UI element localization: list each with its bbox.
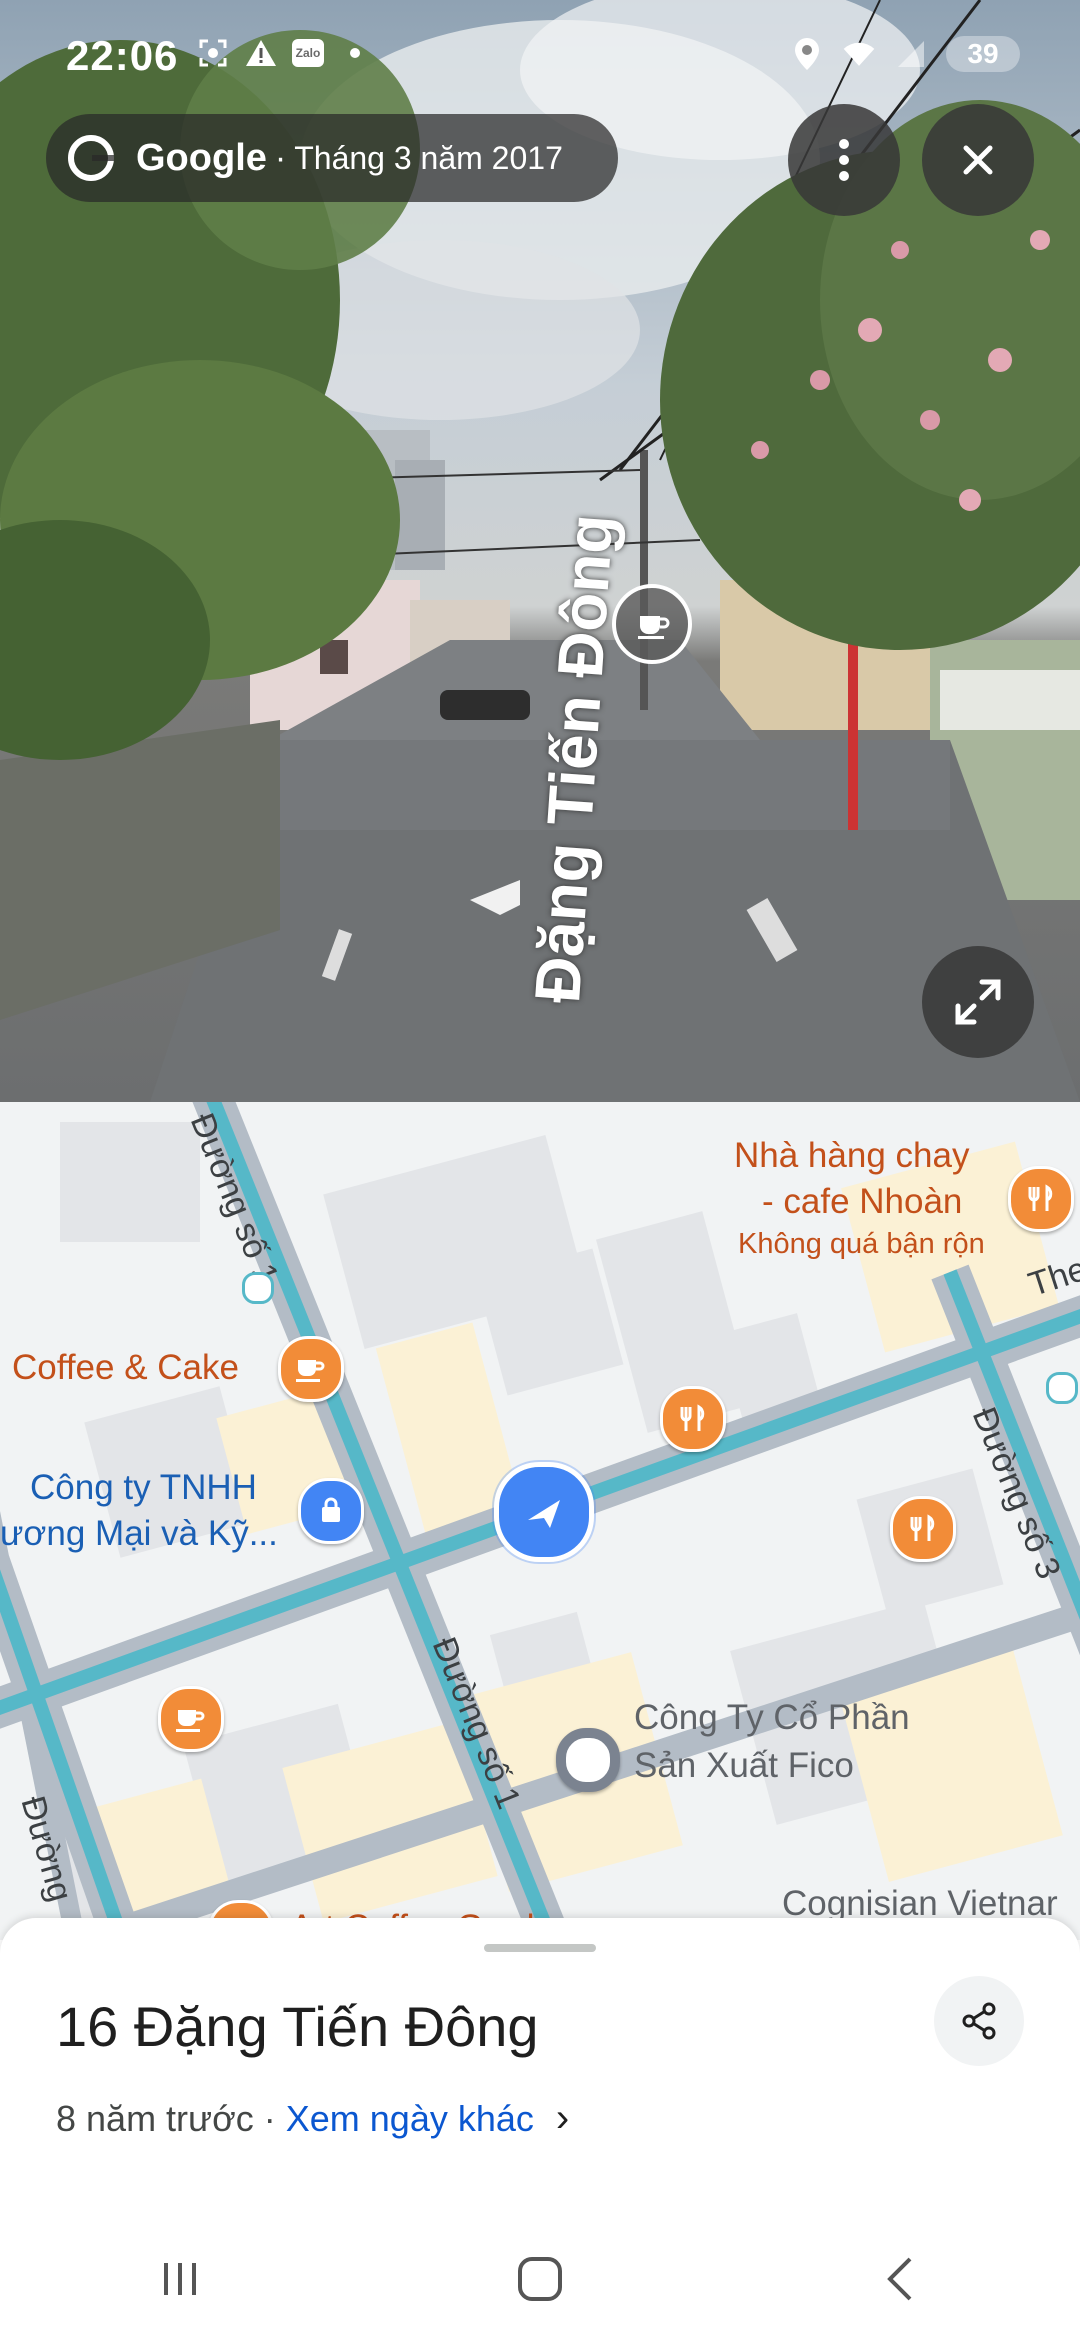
place-name-cafe-nhoan[interactable]: - cafe Nhoàn <box>762 1182 962 1222</box>
cafe-poi-pin-2[interactable] <box>158 1686 224 1752</box>
place-name-fico[interactable]: Sản Xuất Fico <box>634 1746 854 1786</box>
location-icon <box>790 37 824 71</box>
more-vert-icon <box>839 133 849 187</box>
restaurant-icon <box>910 1514 935 1541</box>
streetview-position-arrow[interactable] <box>494 1462 594 1562</box>
fullscreen-icon <box>955 979 1001 1025</box>
status-bar: 22:06 Zalo 39 <box>0 0 1080 120</box>
cafe-poi-pin[interactable] <box>278 1336 344 1402</box>
close-button[interactable] <box>922 104 1034 216</box>
separator: · <box>274 138 287 177</box>
clock: 22:06 <box>66 32 179 79</box>
wifi-icon <box>842 37 876 71</box>
place-name-cong-ty-tnhh[interactable]: Công ty TNHH <box>30 1468 257 1508</box>
transit-marker-icon-2 <box>1046 1372 1078 1404</box>
cafe-icon <box>176 1710 205 1732</box>
notification-dot-icon <box>338 36 372 70</box>
cafe-icon <box>638 616 670 639</box>
capture-date: Tháng 3 năm 2017 <box>294 139 563 176</box>
restaurant-icon <box>1028 1184 1053 1211</box>
signal-icon <box>894 37 928 71</box>
address-title: 16 Đặng Tiến Đông <box>56 1995 539 2058</box>
navigation-arrow-icon <box>528 1500 560 1528</box>
capture-age: 8 năm trước <box>56 2097 254 2139</box>
warning-icon <box>244 36 278 70</box>
recents-icon <box>164 2263 196 2295</box>
close-icon <box>963 145 993 175</box>
back-icon <box>887 2257 912 2301</box>
transit-marker-icon <box>242 1272 274 1304</box>
drag-handle[interactable] <box>484 1944 596 1952</box>
battery-indicator: 39 <box>946 36 1020 72</box>
recent-apps-button[interactable] <box>120 2239 240 2319</box>
restaurant-icon <box>680 1404 705 1431</box>
cafe-icon <box>296 1360 325 1382</box>
place-name-cong-ty-co-phan[interactable]: Công Ty Cổ Phần <box>634 1698 910 1738</box>
share-button[interactable] <box>934 1976 1024 2066</box>
screenshot-icon <box>196 36 230 70</box>
chevron-right-icon[interactable]: › <box>556 2096 569 2141</box>
separator: · <box>263 2097 276 2139</box>
restaurant-poi-pin-2[interactable] <box>660 1386 726 1452</box>
share-icon <box>962 2002 996 2040</box>
home-icon <box>518 2257 562 2301</box>
shopping-bag-icon <box>322 1497 340 1522</box>
back-button[interactable] <box>840 2239 960 2319</box>
street-view-panorama[interactable]: Đặng Tiến Đông 22:06 Zalo 39 Google · Th… <box>0 0 1080 1102</box>
place-name-coffee-cake[interactable]: Coffee & Cake <box>12 1348 239 1388</box>
zalo-icon: Zalo <box>292 39 324 67</box>
fullscreen-button[interactable] <box>922 946 1034 1058</box>
restaurant-poi-pin-3[interactable] <box>890 1496 956 1562</box>
see-other-dates-link[interactable]: Xem ngày khác <box>286 2098 534 2140</box>
place-name-nha-hang-chay[interactable]: Nhà hàng chay <box>734 1136 969 1176</box>
cafe-poi-marker[interactable] <box>612 584 692 664</box>
restaurant-poi-pin[interactable] <box>1008 1166 1074 1232</box>
company-poi-pin[interactable] <box>556 1728 620 1792</box>
system-navigation-bar <box>0 2218 1080 2340</box>
more-options-button[interactable] <box>788 104 900 216</box>
place-busyness: Không quá bận rộn <box>738 1228 985 1260</box>
brand-label: Google <box>136 136 267 179</box>
place-bottom-sheet[interactable]: 16 Đặng Tiến Đông 8 năm trước · Xem ngày… <box>0 1918 1080 2340</box>
home-button[interactable] <box>480 2239 600 2319</box>
capture-info-row: 8 năm trước · Xem ngày khác › <box>56 2096 569 2141</box>
streetview-info-chip[interactable]: Google · Tháng 3 năm 2017 <box>46 114 618 202</box>
place-name-thuong-mai[interactable]: ương Mại và Kỹ... <box>0 1514 278 1554</box>
google-logo-icon <box>68 135 114 181</box>
shopping-poi-pin[interactable] <box>298 1478 364 1544</box>
